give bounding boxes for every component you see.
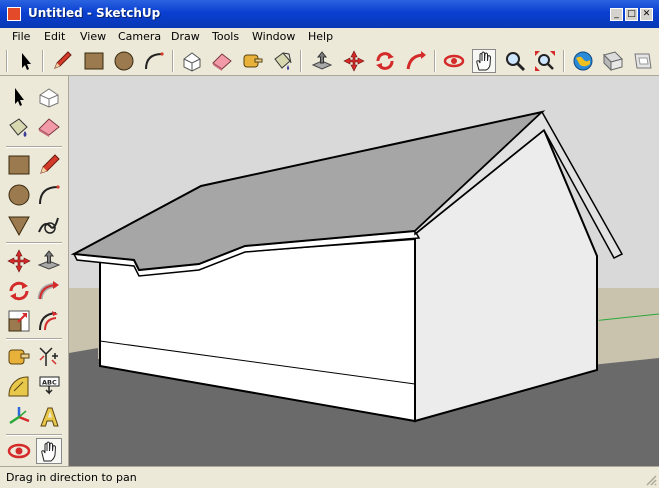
menu-view[interactable]: View xyxy=(80,30,106,43)
toolbar-separator xyxy=(434,50,436,72)
share-model-icon[interactable] xyxy=(601,49,625,73)
toolbar-grip[interactable] xyxy=(6,50,8,72)
move-icon[interactable] xyxy=(6,248,32,274)
axes-icon[interactable] xyxy=(6,404,32,430)
offset-icon[interactable] xyxy=(36,308,62,334)
make-component-icon[interactable] xyxy=(180,49,204,73)
drawing-viewport[interactable] xyxy=(69,76,659,466)
arc-icon[interactable] xyxy=(36,182,62,208)
window-title: Untitled - SketchUp xyxy=(28,6,161,20)
title-bar[interactable]: Untitled - SketchUp _ □ ✕ xyxy=(0,0,659,28)
orbit-icon[interactable] xyxy=(6,438,32,464)
rotate-icon[interactable] xyxy=(6,278,32,304)
zoom-extents-icon[interactable] xyxy=(533,49,557,73)
follow-me-icon[interactable] xyxy=(404,49,428,73)
freehand-icon[interactable] xyxy=(36,212,62,238)
select-icon[interactable] xyxy=(14,49,38,73)
share-component-icon[interactable] xyxy=(631,49,655,73)
sketchup-app-icon[interactable] xyxy=(7,7,21,21)
move-icon[interactable] xyxy=(342,49,366,73)
polygon-icon[interactable] xyxy=(6,212,32,238)
scale-icon[interactable] xyxy=(6,308,32,334)
pan-hand-icon[interactable] xyxy=(472,49,496,73)
toolbar-separator xyxy=(6,242,62,244)
toolbar-separator xyxy=(300,50,302,72)
toolbar-separator xyxy=(563,50,565,72)
tape-measure-icon[interactable] xyxy=(6,344,32,370)
left-toolbar: ABC xyxy=(0,76,69,466)
follow-me-icon[interactable] xyxy=(36,278,62,304)
toolbar-separator xyxy=(6,146,62,148)
eraser-icon[interactable] xyxy=(36,114,62,140)
toolbar-separator xyxy=(6,338,62,340)
menu-help[interactable]: Help xyxy=(308,30,333,43)
resize-grip-icon[interactable] xyxy=(645,474,657,486)
get-models-icon[interactable] xyxy=(571,49,595,73)
select-icon[interactable] xyxy=(6,84,32,110)
toolbar-separator xyxy=(6,434,62,436)
menu-edit[interactable]: Edit xyxy=(44,30,65,43)
orbit-icon[interactable] xyxy=(442,49,466,73)
paint-bucket-icon[interactable] xyxy=(6,114,32,140)
eraser-icon[interactable] xyxy=(210,49,234,73)
menu-file[interactable]: File xyxy=(12,30,30,43)
circle-icon[interactable] xyxy=(6,182,32,208)
maximize-button[interactable]: □ xyxy=(625,8,638,21)
pencil-icon[interactable] xyxy=(36,152,62,178)
circle-icon[interactable] xyxy=(112,49,136,73)
menu-tools[interactable]: Tools xyxy=(212,30,239,43)
toolbar-separator xyxy=(42,50,44,72)
menu-window[interactable]: Window xyxy=(252,30,295,43)
tape-measure-icon[interactable] xyxy=(240,49,264,73)
push-pull-icon[interactable] xyxy=(36,248,62,274)
status-bar: Drag in direction to pan xyxy=(0,466,659,488)
menu-bar: File Edit View Camera Draw Tools Window … xyxy=(0,28,659,47)
zoom-icon[interactable] xyxy=(503,49,527,73)
menu-camera[interactable]: Camera xyxy=(118,30,161,43)
rotate-icon[interactable] xyxy=(373,49,397,73)
protractor-icon[interactable] xyxy=(6,374,32,400)
pencil-icon[interactable] xyxy=(50,49,74,73)
pan-hand-icon[interactable] xyxy=(36,438,62,464)
3d-text-icon[interactable] xyxy=(36,404,62,430)
close-button[interactable]: ✕ xyxy=(640,8,653,21)
menu-draw[interactable]: Draw xyxy=(171,30,200,43)
dimensions-icon[interactable] xyxy=(36,344,62,370)
text-tool-icon[interactable]: ABC xyxy=(36,374,62,400)
svg-text:ABC: ABC xyxy=(42,379,57,387)
status-text: Drag in direction to pan xyxy=(6,471,137,484)
push-pull-icon[interactable] xyxy=(310,49,334,73)
arc-icon[interactable] xyxy=(142,49,166,73)
make-component-icon[interactable] xyxy=(36,84,62,110)
rectangle-icon[interactable] xyxy=(6,152,32,178)
minimize-button[interactable]: _ xyxy=(610,8,623,21)
main-toolbar xyxy=(0,47,659,76)
rectangle-icon[interactable] xyxy=(82,49,106,73)
toolbar-separator xyxy=(172,50,174,72)
paint-bucket-icon[interactable] xyxy=(270,49,294,73)
